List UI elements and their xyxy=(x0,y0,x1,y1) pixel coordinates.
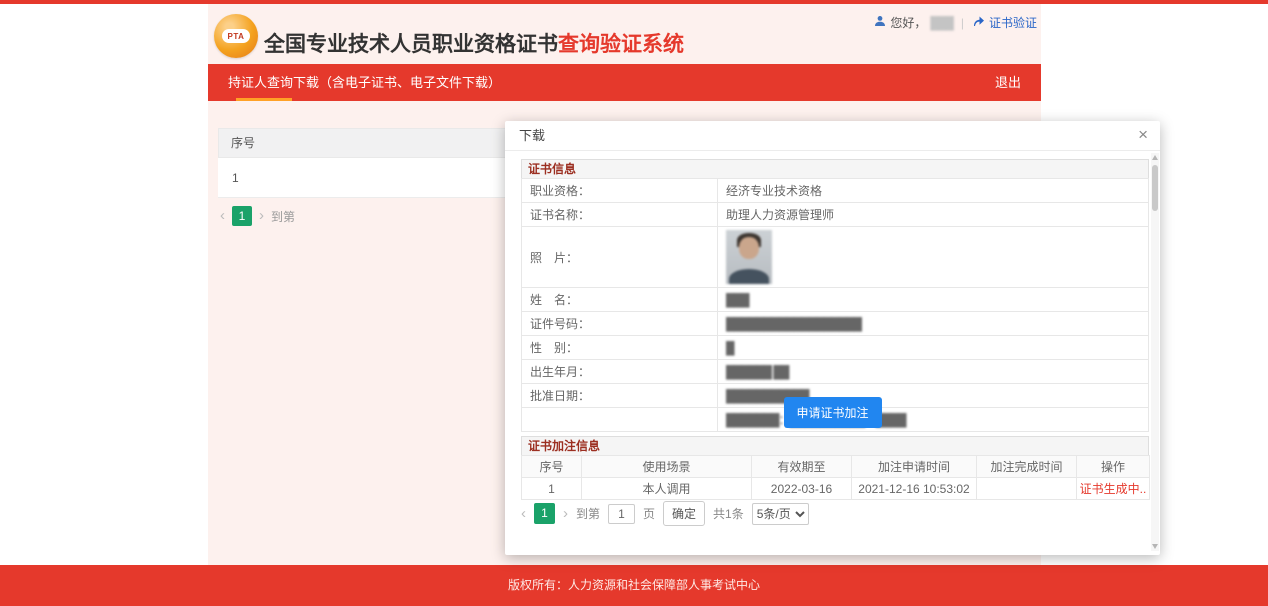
close-icon[interactable]: × xyxy=(1138,126,1148,144)
col-header: 加注申请时间 xyxy=(852,456,977,478)
user-area: 您好， ███ | 证书验证 xyxy=(874,14,1037,31)
field-label: 姓 名： xyxy=(522,288,718,312)
app-container: PTA 全国专业技术人员职业资格证书查询验证系统 您好， ███ | 证书验证 … xyxy=(208,4,1041,565)
modal-titlebar: 下载 × xyxy=(505,121,1160,151)
col-header: 有效期至 xyxy=(752,456,852,478)
field-value: 经济专业技术资格 xyxy=(718,179,1149,203)
field-value-redacted: ██████ ██ xyxy=(718,360,1149,384)
page-title-accent: 查询验证系统 xyxy=(558,33,684,56)
cell-scene: 本人调用 xyxy=(582,478,752,500)
photo-cell xyxy=(718,227,1149,288)
modal-title: 下载 xyxy=(519,121,545,151)
cert-generating-link[interactable]: 证书生成中.. xyxy=(1080,482,1147,496)
header-divider: | xyxy=(961,16,964,30)
cert-verify-link[interactable]: 证书验证 xyxy=(989,14,1037,31)
field-value-redacted: █ xyxy=(718,336,1149,360)
next-page-icon[interactable]: › xyxy=(563,505,568,522)
field-label: 批准日期： xyxy=(522,384,718,408)
field-label xyxy=(522,408,718,432)
prev-page-icon[interactable]: ‹ xyxy=(220,206,225,226)
pta-logo: PTA xyxy=(214,14,258,58)
table-row: 姓 名： ███ xyxy=(522,288,1149,312)
table-row: 1 本人调用 2022-03-16 2021-12-16 10:53:02 证书… xyxy=(522,478,1150,500)
col-header-no: 序号 xyxy=(231,129,255,157)
confirm-page-button[interactable]: 确定 xyxy=(663,501,705,526)
total-count-label: 共1条 xyxy=(713,505,744,522)
page-title: 全国专业技术人员职业资格证书查询验证系统 xyxy=(264,28,684,58)
main-nav: 持证人查询下载（含电子证书、电子文件下载） 退出 xyxy=(208,64,1041,101)
scroll-down-icon[interactable] xyxy=(1152,544,1158,549)
field-label: 证件号码： xyxy=(522,312,718,336)
col-header: 操作 xyxy=(1077,456,1150,478)
cell-no: 1 xyxy=(522,478,582,500)
apply-annotation-button[interactable]: 申请证书加注 xyxy=(783,397,881,428)
pta-logo-text: PTA xyxy=(222,29,250,43)
goto-label: 到第 xyxy=(271,208,295,225)
page-title-main: 全国专业技术人员职业资格证书 xyxy=(264,33,558,56)
table-row: 证书名称： 助理人力资源管理师 xyxy=(522,203,1149,227)
table-row: 证件号码： ██████████████████ xyxy=(522,312,1149,336)
page-size-select[interactable]: 5条/页 xyxy=(752,503,809,525)
field-label: 照 片： xyxy=(522,227,718,288)
page-number-1[interactable]: 1 xyxy=(534,503,555,524)
nav-item-holder-download[interactable]: 持证人查询下载（含电子证书、电子文件下载） xyxy=(228,64,501,101)
field-label: 性 别： xyxy=(522,336,718,360)
certificate-photo xyxy=(726,230,772,284)
field-value: 助理人力资源管理师 xyxy=(718,203,1149,227)
footer-copyright: 版权所有：人力资源和社会保障部人事考试中心 xyxy=(0,565,1268,606)
annotation-pagination: ‹ 1 › 到第 页 确定 共1条 5条/页 xyxy=(521,501,809,526)
col-header: 使用场景 xyxy=(582,456,752,478)
field-value-redacted: ███████：██████████，████ xyxy=(718,408,1149,432)
cert-info-table: 职业资格： 经济专业技术资格 证书名称： 助理人力资源管理师 照 片： 姓 名：… xyxy=(521,178,1149,432)
annotation-table: 序号 使用场景 有效期至 加注申请时间 加注完成时间 操作 1 本人调用 202… xyxy=(521,455,1150,500)
field-value-redacted: ███ xyxy=(718,288,1149,312)
table-header-row: 序号 使用场景 有效期至 加注申请时间 加注完成时间 操作 xyxy=(522,456,1150,478)
cert-info-section-title: 证书信息 xyxy=(521,159,1149,179)
annotation-section-title: 证书加注信息 xyxy=(521,436,1149,456)
result-pagination: ‹ 1 › 到第 xyxy=(220,206,295,226)
nav-active-underline xyxy=(236,98,292,101)
greeting-text: 您好， xyxy=(890,14,926,31)
field-value-redacted: ███████████ xyxy=(718,384,1149,408)
username: ███ xyxy=(930,16,953,30)
cell-apply-time: 2021-12-16 10:53:02 xyxy=(852,478,977,500)
next-page-icon[interactable]: › xyxy=(259,206,264,226)
verify-arrow-icon xyxy=(972,15,985,30)
col-header: 序号 xyxy=(522,456,582,478)
field-label: 职业资格： xyxy=(522,179,718,203)
table-row: 出生年月： ██████ ██ xyxy=(522,360,1149,384)
col-header: 加注完成时间 xyxy=(977,456,1077,478)
cell-valid-until: 2022-03-16 xyxy=(752,478,852,500)
modal-scrollbar xyxy=(1151,153,1159,551)
goto-label: 到第 xyxy=(576,505,600,522)
field-label: 出生年月： xyxy=(522,360,718,384)
goto-page-input[interactable] xyxy=(608,504,635,524)
page-number-1[interactable]: 1 xyxy=(232,206,252,226)
row-no: 1 xyxy=(232,158,239,198)
field-value-redacted: ██████████████████ xyxy=(718,312,1149,336)
table-row: 职业资格： 经济专业技术资格 xyxy=(522,179,1149,203)
download-modal: 下载 × 证书信息 职业资格： 经济专业技术资格 证书名称： 助理人力资源管理师… xyxy=(505,121,1160,555)
scrollbar-thumb[interactable] xyxy=(1152,165,1158,211)
cell-finish-time xyxy=(977,478,1077,500)
field-label: 证书名称： xyxy=(522,203,718,227)
table-row: 性 别： █ xyxy=(522,336,1149,360)
page-unit-label: 页 xyxy=(643,505,655,522)
logout-link[interactable]: 退出 xyxy=(995,64,1021,101)
prev-page-icon[interactable]: ‹ xyxy=(521,505,526,522)
user-icon xyxy=(874,15,886,30)
table-row: 照 片： xyxy=(522,227,1149,288)
scroll-up-icon[interactable] xyxy=(1152,155,1158,160)
